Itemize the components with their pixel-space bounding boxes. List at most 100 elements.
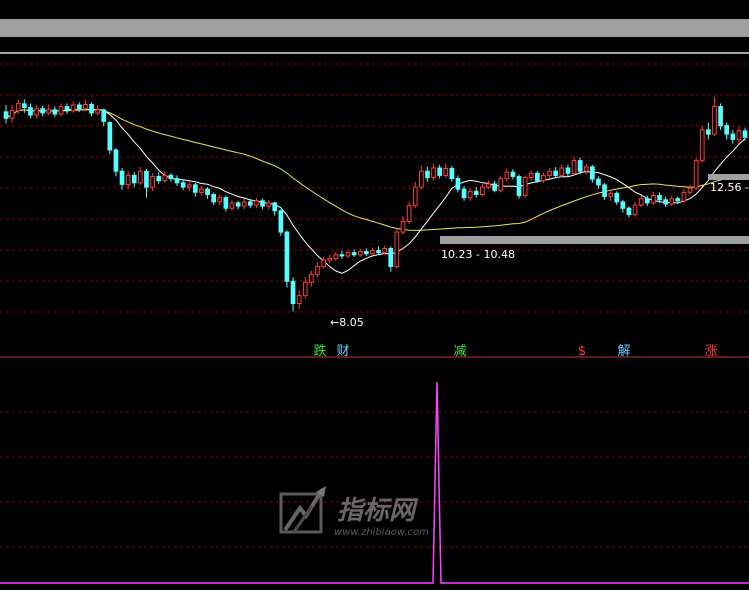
candle-up bbox=[699, 125, 705, 163]
candle-body bbox=[248, 201, 253, 206]
candle-body bbox=[510, 171, 516, 177]
candle-body bbox=[40, 108, 45, 114]
candle-body bbox=[455, 178, 461, 190]
candle-down bbox=[107, 121, 113, 155]
candle-body bbox=[681, 191, 687, 202]
candle-body bbox=[473, 190, 479, 196]
candle-body bbox=[706, 129, 711, 135]
candle-body bbox=[70, 104, 76, 112]
candle-body bbox=[718, 106, 723, 127]
candle-body bbox=[724, 125, 729, 135]
candle-body bbox=[15, 102, 21, 112]
candle-body bbox=[217, 197, 223, 203]
range-band-2: 12.56 - bbox=[708, 174, 749, 194]
signal-label: 减 bbox=[453, 344, 466, 359]
candle-body bbox=[113, 149, 119, 172]
candle-body bbox=[3, 111, 9, 119]
range-band-label: 10.23 - 10.48 bbox=[441, 248, 515, 261]
candle-body bbox=[590, 166, 595, 180]
candle-body bbox=[162, 174, 168, 182]
candle-body bbox=[522, 177, 528, 196]
top-header-band bbox=[0, 19, 749, 37]
candle-body bbox=[443, 168, 449, 176]
candle-body bbox=[400, 221, 406, 233]
candle-down bbox=[535, 171, 540, 183]
candle-body bbox=[89, 104, 94, 114]
candle-body bbox=[632, 204, 638, 216]
candle-body bbox=[626, 207, 632, 216]
candle-body bbox=[290, 280, 296, 304]
candle-body bbox=[95, 109, 101, 114]
candle-body bbox=[327, 258, 333, 261]
candle-body bbox=[22, 103, 27, 109]
candle-up bbox=[693, 157, 699, 191]
candle-body bbox=[559, 167, 565, 176]
candle-body bbox=[351, 252, 357, 256]
candle-body bbox=[382, 248, 387, 254]
candle-body bbox=[596, 178, 601, 186]
candle-body bbox=[266, 202, 271, 207]
candle-body bbox=[150, 176, 155, 188]
low-price-label: ←8.05 bbox=[330, 316, 364, 329]
candle-body bbox=[486, 183, 491, 188]
candle-body bbox=[309, 273, 314, 283]
signal-label: $ bbox=[578, 344, 586, 359]
candle-body bbox=[144, 170, 149, 188]
candle-body bbox=[431, 167, 436, 178]
candle-body bbox=[46, 109, 52, 114]
candle-body bbox=[669, 198, 675, 205]
candle-body bbox=[480, 186, 485, 196]
candle-body bbox=[535, 172, 540, 182]
candle-body bbox=[9, 109, 15, 119]
candle-body bbox=[730, 133, 736, 140]
candle-body bbox=[620, 201, 626, 209]
candle-body bbox=[577, 160, 583, 172]
candle-body bbox=[419, 170, 424, 188]
candle-down bbox=[278, 209, 284, 236]
candle-body bbox=[663, 199, 668, 205]
candle-body bbox=[180, 182, 186, 188]
candle-body bbox=[528, 172, 534, 179]
candle-body bbox=[553, 170, 558, 176]
signal-label: 涨 bbox=[704, 344, 717, 359]
candle-body bbox=[223, 197, 229, 209]
candle-body bbox=[168, 174, 174, 180]
range-band-bar-right bbox=[708, 174, 749, 180]
candle-body bbox=[272, 202, 278, 212]
candle-body bbox=[687, 187, 693, 193]
candle-down bbox=[718, 103, 723, 130]
candle-body bbox=[412, 186, 418, 207]
candle-body bbox=[467, 190, 473, 199]
candle-body bbox=[333, 254, 339, 260]
candle-body bbox=[516, 176, 522, 197]
candle-body bbox=[34, 108, 39, 116]
candle-body bbox=[614, 192, 620, 203]
candle-body bbox=[547, 170, 552, 176]
candle-body bbox=[541, 174, 546, 182]
candle-body bbox=[107, 122, 113, 151]
candle-body bbox=[205, 188, 210, 195]
candle-body bbox=[461, 188, 467, 199]
candle-body bbox=[58, 106, 64, 115]
candle-body bbox=[339, 254, 345, 257]
candle-body bbox=[376, 250, 381, 254]
candle-body bbox=[565, 167, 571, 174]
candle-body bbox=[608, 192, 613, 198]
candle-down bbox=[516, 174, 522, 199]
candle-body bbox=[699, 129, 705, 162]
candle-body bbox=[388, 248, 394, 267]
candle-body bbox=[638, 198, 644, 206]
candle-body bbox=[651, 195, 656, 204]
watermark-url: www.zhibiaow.com bbox=[334, 527, 429, 538]
candle-body bbox=[138, 170, 143, 184]
candle-body bbox=[125, 174, 131, 185]
candle-body bbox=[193, 184, 198, 193]
candle-body bbox=[241, 201, 247, 207]
signal-label: 财 bbox=[336, 344, 349, 359]
candle-body bbox=[602, 184, 607, 197]
candle-body bbox=[296, 295, 302, 305]
candle-body bbox=[156, 176, 162, 182]
candle-body bbox=[504, 171, 510, 180]
candle-body bbox=[321, 259, 326, 268]
candle-body bbox=[131, 174, 137, 184]
